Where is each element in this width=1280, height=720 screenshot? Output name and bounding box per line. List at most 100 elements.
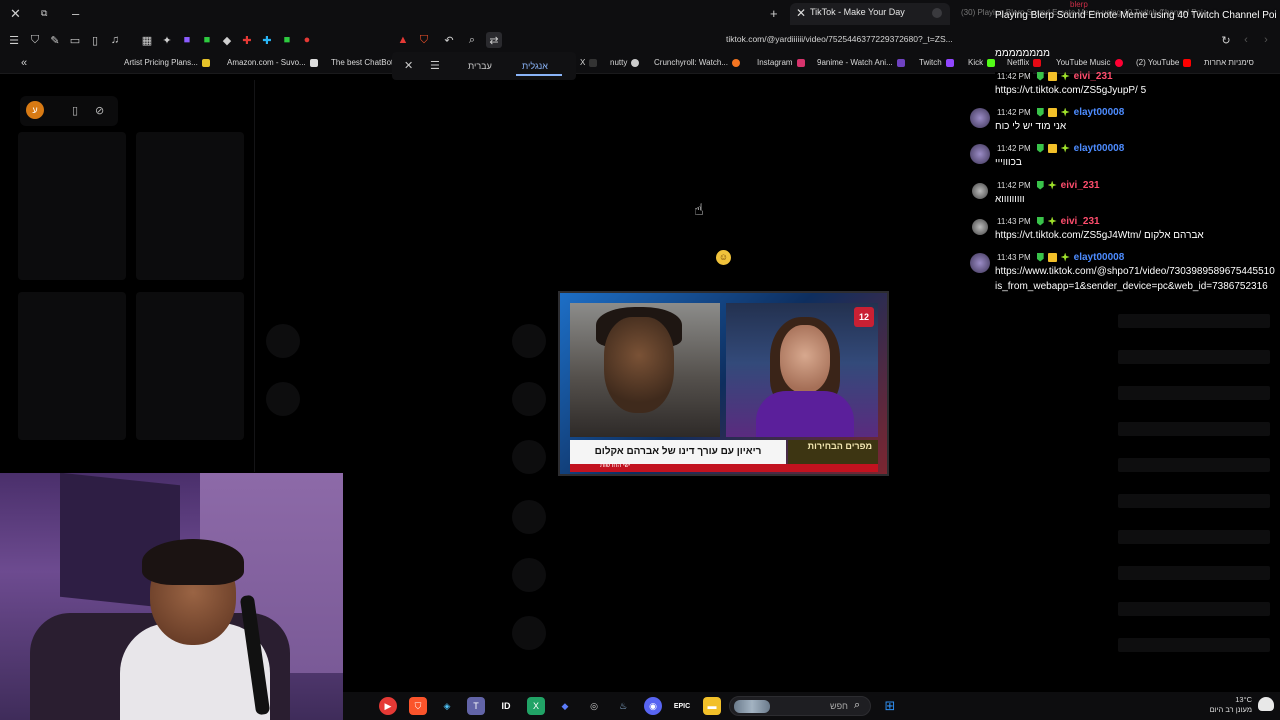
bookmark-item[interactable]: X — [580, 58, 598, 67]
divider — [254, 80, 255, 472]
teams-icon[interactable]: T — [467, 697, 485, 715]
excel-icon[interactable]: X — [527, 697, 545, 715]
brave-shield-icon[interactable]: ⛉ — [416, 32, 432, 48]
bookmark-item[interactable]: Netflix — [1007, 58, 1042, 67]
video-card[interactable] — [18, 292, 126, 440]
extension-blue-icon[interactable]: ✚ — [259, 32, 275, 48]
bookmark-item[interactable]: nutty — [610, 58, 640, 67]
chat-alert-subtext: ממממממממ — [995, 48, 1050, 59]
translate-source-lang[interactable]: עברית — [468, 61, 492, 71]
minimize-window-icon[interactable]: – — [72, 6, 79, 21]
action-button[interactable] — [512, 440, 546, 474]
tab-audio-icon[interactable] — [932, 8, 942, 18]
shield-icon[interactable]: ⛉ — [27, 32, 43, 48]
avatar — [972, 219, 988, 235]
chat-username: elayt00008 — [1073, 142, 1125, 154]
reload-icon[interactable]: ↻ — [1218, 32, 1234, 48]
hamburger-menu-icon[interactable]: ☰ — [430, 59, 440, 72]
calendar-icon[interactable]: ▦ — [139, 32, 155, 48]
extension-green-icon[interactable]: ■ — [199, 32, 215, 48]
body-shape — [756, 391, 854, 437]
translate-icon[interactable]: ⇄ — [486, 32, 502, 48]
chat-ghost-row — [1118, 638, 1270, 652]
chat-text: אני מוד יש לי כוח — [995, 121, 1067, 132]
folder-icon[interactable]: ▬ — [703, 697, 721, 715]
record-icon[interactable]: ● — [299, 32, 315, 48]
translate-target-lang[interactable]: אנגלית — [522, 61, 548, 71]
undo-icon[interactable]: ↶ — [441, 32, 457, 48]
bookmark-item[interactable]: Kick — [968, 58, 996, 67]
address-bar[interactable]: tiktok.com/@yardiiiiii/video/75254463772… — [726, 34, 971, 44]
chrome-icon[interactable]: ◎ — [585, 697, 603, 715]
action-button[interactable] — [266, 324, 300, 358]
sidebar-icon[interactable]: ▯ — [87, 32, 103, 48]
music-icon[interactable]: ♫ — [107, 32, 123, 48]
extension-icon[interactable]: ■ — [179, 32, 195, 48]
steam-icon[interactable]: ♨ — [614, 697, 632, 715]
news-thumbnail[interactable]: 12 ריאיון עם עורך דינו של אברהם אקלום מפ… — [558, 291, 889, 476]
avatar[interactable]: ע — [26, 101, 44, 119]
media-app-icon[interactable]: ▶ — [379, 697, 397, 715]
action-button[interactable] — [512, 500, 546, 534]
brave-icon[interactable]: ⛉ — [409, 697, 427, 715]
tab-tiktok[interactable]: ✕ TikTok - Make Your Day — [790, 3, 950, 25]
channel-logo: 12 — [854, 307, 874, 327]
chat-ghost-row — [1118, 566, 1270, 580]
restore-window-icon[interactable]: ⧉ — [41, 8, 47, 19]
app-icon[interactable]: ID — [497, 697, 515, 715]
search-placeholder: חפש — [830, 701, 848, 711]
device-icon[interactable]: ▯ — [72, 104, 78, 117]
taskbar-search[interactable]: חפש ⌕ — [729, 696, 871, 716]
close-icon[interactable]: ✕ — [404, 59, 413, 72]
puzzle-icon[interactable]: ✦ — [159, 32, 175, 48]
discord-icon[interactable]: ◉ — [644, 697, 662, 715]
bookmark-item[interactable]: Crunchyroll: Watch... — [654, 58, 740, 67]
zoom-icon[interactable]: ⌕ — [464, 32, 480, 48]
video-card[interactable] — [18, 132, 126, 280]
extension-red-icon[interactable]: ✚ — [239, 32, 255, 48]
extension-green2-icon[interactable]: ■ — [279, 32, 295, 48]
bookmark-item[interactable]: The best ChatBot — [331, 58, 393, 67]
chat-text: https://vt.tiktok.com/ZS5gJyupP/ 5 — [995, 85, 1147, 96]
bookmark-label: The best ChatBot — [331, 58, 394, 67]
video-card[interactable] — [136, 292, 244, 440]
bookmark-item[interactable]: Amazon.com - Suvo... — [227, 58, 318, 67]
compass-icon[interactable]: ⊘ — [95, 104, 104, 117]
tabs-icon[interactable]: ▭ — [67, 32, 83, 48]
windows-start-icon[interactable]: ⊞ — [881, 697, 899, 715]
chat-time: 11:42 PM — [995, 71, 1033, 81]
weather-widget[interactable]: 13°C מעונן רב היום — [1210, 695, 1252, 715]
bookmark-item[interactable]: (2) YouTube — [1136, 58, 1192, 67]
menu-icon[interactable]: ☰ — [6, 32, 22, 48]
forward-icon[interactable]: › — [1258, 32, 1274, 48]
alert-icon[interactable]: ▲ — [395, 32, 411, 48]
app-icon[interactable]: ◆ — [556, 697, 574, 715]
badge-icon — [1047, 71, 1057, 81]
bookmark-other[interactable]: סימניות אחרות — [1204, 58, 1254, 67]
close-tab-icon[interactable]: ✕ — [796, 6, 806, 20]
action-button[interactable] — [512, 324, 546, 358]
collapse-sidebar-icon[interactable]: « — [16, 55, 32, 71]
video-card[interactable] — [136, 132, 244, 280]
back-icon[interactable]: ‹ — [1238, 32, 1254, 48]
action-button[interactable] — [266, 382, 300, 416]
chat-ghost-row — [1118, 314, 1270, 328]
weather-temp: 13°C — [1235, 695, 1252, 704]
diamond-icon[interactable]: ◆ — [219, 32, 235, 48]
bookmark-item[interactable]: Artist Pricing Plans... — [124, 58, 210, 67]
chat-time: 11:42 PM — [995, 107, 1033, 117]
bookmark-item[interactable]: YouTube Music — [1056, 58, 1123, 67]
bookmark-item[interactable]: Twitch — [919, 58, 954, 67]
app-icon[interactable]: ◈ — [438, 697, 456, 715]
action-button[interactable] — [512, 558, 546, 592]
action-button[interactable] — [512, 382, 546, 416]
epic-games-icon[interactable]: EPIC — [673, 697, 691, 715]
pen-icon[interactable]: ✎ — [47, 32, 63, 48]
bookmark-item[interactable]: 9anime - Watch Ani... — [817, 58, 905, 67]
chat-text-continued: is_from_webapp=1&sender_device=pc&web_id… — [995, 281, 1268, 292]
bookmark-icon — [309, 58, 318, 67]
action-button[interactable] — [512, 616, 546, 650]
new-tab-icon[interactable]: + — [770, 6, 778, 21]
close-window-icon[interactable]: ✕ — [10, 6, 21, 22]
bookmark-item[interactable]: Instagram — [757, 58, 805, 67]
